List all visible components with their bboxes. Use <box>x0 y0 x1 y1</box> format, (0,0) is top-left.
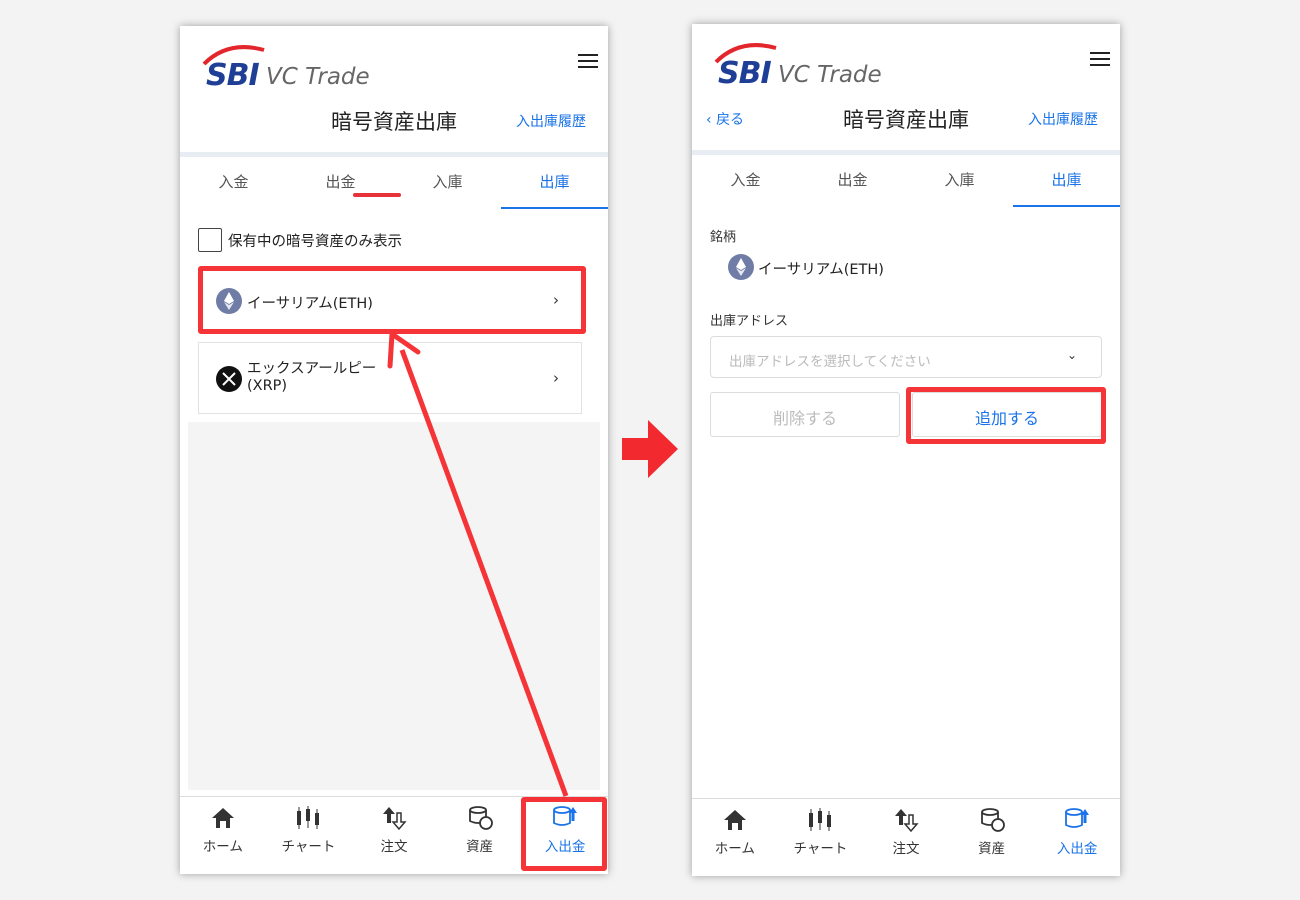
nav-assets[interactable]: 資産 <box>949 799 1035 876</box>
order-icon <box>894 809 919 833</box>
checkbox-label: 保有中の暗号資産のみ表示 <box>228 233 402 250</box>
candlestick-chart-icon <box>297 806 320 829</box>
delete-button[interactable]: 削除する <box>710 392 900 437</box>
tab-bar: 入金 出金 入庫 出庫 <box>180 157 608 209</box>
order-icon <box>382 807 407 831</box>
tab-send-crypto[interactable]: 出庫 <box>501 157 608 209</box>
hamburger-menu-icon[interactable] <box>578 54 598 70</box>
nav-highlight-box <box>521 797 607 871</box>
header: SBI VC Trade 暗号資産出庫 入出庫履歴 <box>180 26 608 152</box>
candlestick-chart-icon <box>809 808 832 831</box>
nav-home[interactable]: ホーム <box>180 797 266 874</box>
transition-arrow-icon <box>622 420 678 478</box>
nav-deposit-withdraw[interactable]: 入出金 <box>1034 799 1120 876</box>
tab-receive-crypto[interactable]: 入庫 <box>394 157 501 209</box>
home-icon <box>723 810 746 830</box>
nav-order[interactable]: 注文 <box>351 797 437 874</box>
nav-order[interactable]: 注文 <box>863 799 949 876</box>
coin-name: エックスアールピー (XRP) <box>247 361 377 394</box>
holdings-only-checkbox[interactable]: 保有中の暗号資産のみ表示 <box>198 228 402 252</box>
assets-icon <box>980 808 1005 832</box>
xrp-icon <box>216 366 242 392</box>
address-select[interactable]: 出庫アドレスを選択してください ⌄ <box>710 336 1102 378</box>
chevron-down-icon: ⌄ <box>1066 348 1077 362</box>
address-placeholder: 出庫アドレスを選択してください <box>729 354 931 370</box>
tab-withdraw[interactable]: 出金 <box>799 155 906 207</box>
address-label: 出庫アドレス <box>710 314 789 329</box>
tab-deposit[interactable]: 入金 <box>180 157 287 209</box>
bottom-nav: ホーム チャート 注文 資産 入出金 <box>692 798 1120 876</box>
symbol-label: 銘柄 <box>710 230 737 245</box>
assets-icon <box>468 806 493 830</box>
right-screen: SBI VC Trade ‹ 戻る 暗号資産出庫 入出庫履歴 入金 出金 入庫 … <box>692 24 1120 876</box>
hamburger-menu-icon[interactable] <box>1090 52 1110 68</box>
home-icon <box>211 808 234 828</box>
deposit-withdraw-icon <box>1065 808 1090 828</box>
symbol-value: イーサリアム(ETH) <box>758 262 884 278</box>
eth-highlight-box <box>198 266 586 334</box>
nav-chart[interactable]: チャート <box>778 799 864 876</box>
checkbox[interactable] <box>198 228 222 252</box>
nav-home[interactable]: ホーム <box>692 799 778 876</box>
tab-bar: 入金 出金 入庫 出庫 <box>692 155 1120 207</box>
history-link[interactable]: 入出庫履歴 <box>516 111 586 131</box>
history-link[interactable]: 入出庫履歴 <box>1028 109 1098 129</box>
add-button-highlight-box <box>906 387 1106 444</box>
tab-send-crypto[interactable]: 出庫 <box>1013 155 1120 207</box>
active-tab-underline-highlight <box>353 193 401 197</box>
header: SBI VC Trade ‹ 戻る 暗号資産出庫 入出庫履歴 <box>692 24 1120 150</box>
tab-deposit[interactable]: 入金 <box>692 155 799 207</box>
tab-receive-crypto[interactable]: 入庫 <box>906 155 1013 207</box>
sbi-vc-trade-logo: SBI VC Trade <box>710 43 910 94</box>
ethereum-icon <box>728 254 754 280</box>
annotation-arrow-icon <box>387 331 569 797</box>
sbi-vc-trade-logo: SBI VC Trade <box>198 45 398 96</box>
nav-assets[interactable]: 資産 <box>437 797 523 874</box>
nav-chart[interactable]: チャート <box>266 797 352 874</box>
tab-withdraw[interactable]: 出金 <box>287 157 394 209</box>
